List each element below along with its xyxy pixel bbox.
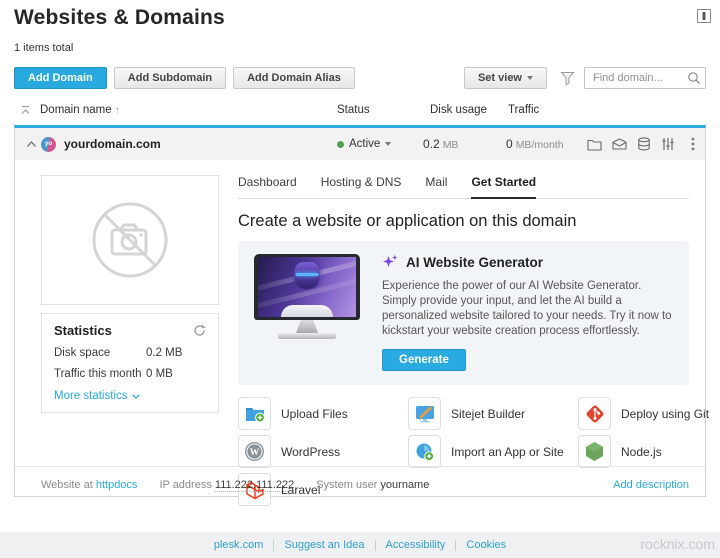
add-domain-alias-button[interactable]: Add Domain Alias [233,67,355,89]
websites-domains-page: Websites & Domains 1 items total Add Dom… [0,0,720,558]
add-description-link[interactable]: Add description [613,479,689,491]
robot-monitor-image [254,254,360,371]
domain-card: yo yourdomain.com Active 0.2MB 0MB/month [14,125,706,497]
footer-link-accessibility[interactable]: Accessibility [376,539,456,551]
domain-info-footer: Website at httpdocs IP address 111.222.1… [15,466,705,496]
import-app-icon [408,435,441,468]
footer-link-cookies[interactable]: Cookies [456,539,516,551]
svg-text:W: W [250,448,260,458]
nodejs-icon [578,435,611,468]
ai-generator-promo: AI Website Generator Experience the powe… [238,241,689,385]
page-title: Websites & Domains [14,6,706,30]
set-view-button[interactable]: Set view [464,67,547,89]
ip-address-value: 111.222.111.222 [215,479,294,492]
wordpress-icon: W [238,435,271,468]
app-wordpress[interactable]: W WordPress [238,435,398,468]
sort-asc-icon: ↑ [115,105,120,116]
status-label: Active [349,138,380,150]
ip-address-info: IP address 111.222.111.222 [159,479,294,491]
column-traffic[interactable]: Traffic [508,104,706,116]
refresh-icon[interactable] [193,324,206,337]
chevron-down-icon [132,394,140,399]
items-total: 1 items total [14,42,706,54]
collapse-row-icon[interactable] [15,140,41,148]
git-icon [578,397,611,430]
column-domain-name[interactable]: Domain name↑ [40,104,337,116]
domain-favicon: yo [41,137,56,152]
toolbar: Add Domain Add Subdomain Add Domain Alia… [14,67,706,89]
list-header: Domain name↑ Status Disk usage Traffic [0,89,720,125]
stat-disk-space: Disk space 0.2 MB [54,347,206,359]
mail-icon[interactable] [612,138,627,150]
sitejet-builder-icon [408,397,441,430]
collapse-all-icon[interactable] [14,105,40,116]
ai-promo-description: Experience the power of our AI Website G… [382,279,673,339]
system-user-info: System user yourname [316,479,429,491]
app-import-app[interactable]: Import an App or Site [408,435,568,468]
status-active-dot [337,141,344,148]
column-disk-usage[interactable]: Disk usage [430,104,508,116]
collapse-panel-icon[interactable] [697,9,711,23]
footer-link-plesk[interactable]: plesk.com [204,539,274,551]
add-domain-button[interactable]: Add Domain [14,67,107,89]
tab-dashboard[interactable]: Dashboard [238,175,297,198]
database-icon[interactable] [637,137,651,151]
files-icon[interactable] [587,138,602,151]
system-user-value: yourname [380,479,429,491]
tab-hosting-dns[interactable]: Hosting & DNS [321,175,402,198]
upload-files-icon [238,397,271,430]
chevron-down-icon [385,142,391,146]
ai-promo-title: AI Website Generator [406,255,543,270]
stat-traffic-month: Traffic this month 0 MB [54,368,206,380]
app-upload-files[interactable]: Upload Files [238,397,398,430]
chevron-down-icon [527,76,533,80]
set-view-label: Set view [478,68,522,88]
kebab-menu-icon[interactable] [691,137,695,151]
domain-name[interactable]: yourdomain.com [64,137,161,151]
search-icon[interactable] [687,71,701,85]
more-statistics-link[interactable]: More statistics [54,390,206,402]
watermark: rocknix.com [640,536,715,552]
no-screenshot-icon [84,194,176,286]
app-nodejs[interactable]: Node.js [578,435,720,468]
site-preview-placeholder [41,175,219,305]
statistics-title: Statistics [54,323,112,338]
section-heading: Create a website or application on this … [238,212,689,231]
statistics-card: Statistics Disk space 0.2 MB Traffic thi… [41,313,219,413]
tab-mail[interactable]: Mail [425,175,447,198]
filter-icon[interactable] [560,71,575,86]
domain-row: yo yourdomain.com Active 0.2MB 0MB/month [15,128,705,160]
column-status[interactable]: Status [337,104,430,116]
disk-usage-value: 0.2MB [423,137,458,151]
httpdocs-link[interactable]: httpdocs [96,479,138,491]
add-subdomain-button[interactable]: Add Subdomain [114,67,226,89]
footer-link-suggest-idea[interactable]: Suggest an Idea [274,539,374,551]
generate-button[interactable]: Generate [382,349,466,371]
app-deploy-git[interactable]: Deploy using Git [578,397,720,430]
tab-get-started[interactable]: Get Started [471,175,536,199]
ai-sparkle-icon [382,254,399,271]
settings-sliders-icon[interactable] [661,137,675,151]
page-footer: plesk.com Suggest an Idea Accessibility … [0,532,720,558]
traffic-value: 0MB/month [506,137,564,151]
website-root-info: Website at httpdocs [41,479,137,491]
domain-tabs: Dashboard Hosting & DNS Mail Get Started [238,175,689,199]
status-dropdown[interactable]: Active [337,138,391,150]
app-sitejet-builder[interactable]: Sitejet Builder [408,397,568,430]
